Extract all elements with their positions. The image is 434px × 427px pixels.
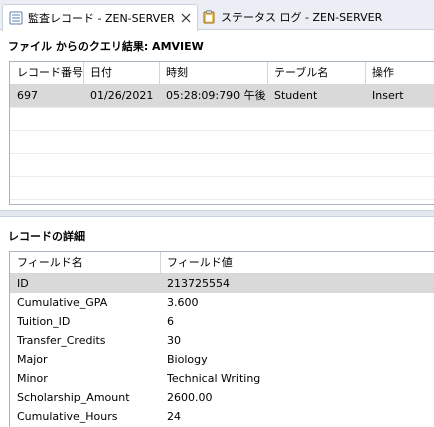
detail-row[interactable]: Cumulative_Hours 24 bbox=[10, 407, 434, 426]
field-name: Minor bbox=[17, 372, 48, 385]
detail-row[interactable]: Cumulative_GPA 3.600 bbox=[10, 293, 434, 312]
audit-record-icon bbox=[9, 11, 23, 25]
field-name: ID bbox=[17, 277, 29, 290]
query-result-title: ファイル からのクエリ結果: AMVIEW bbox=[8, 40, 204, 53]
cell-table-name: Student bbox=[274, 89, 318, 102]
column-header-field-name[interactable]: フィールド名 bbox=[10, 252, 160, 274]
detail-row[interactable]: Transfer_Credits 30 bbox=[10, 331, 434, 350]
table-header: フィールド名 フィールド値 bbox=[10, 252, 434, 274]
detail-row[interactable]: Major Biology bbox=[10, 350, 434, 369]
field-value: 6 bbox=[167, 315, 174, 328]
clipboard-icon bbox=[203, 10, 215, 24]
cell-time: 05:28:09:790 午後 bbox=[166, 89, 266, 102]
audit-viewer-window: 監査レコード - ZEN-SERVER ステータス ログ - ZEN-SERVE… bbox=[0, 0, 434, 427]
empty-table-row bbox=[10, 131, 434, 154]
table-header: レコード番号 日付 時刻 テーブル名 操作 bbox=[10, 62, 434, 85]
field-value: 30 bbox=[167, 334, 181, 347]
detail-row[interactable]: ID 213725554 bbox=[10, 274, 434, 293]
query-result-table: レコード番号 日付 時刻 テーブル名 操作 697 01/26/2021 05:… bbox=[9, 61, 434, 205]
cell-operation: Insert bbox=[372, 89, 404, 102]
column-header-date[interactable]: 日付 bbox=[83, 62, 159, 84]
field-name: Transfer_Credits bbox=[17, 334, 106, 347]
field-name: Major bbox=[17, 353, 48, 366]
detail-row[interactable]: Scholarship_Amount 2600.00 bbox=[10, 388, 434, 407]
field-value: 213725554 bbox=[167, 277, 230, 290]
column-header-table-name[interactable]: テーブル名 bbox=[267, 62, 365, 84]
field-name: Tuition_ID bbox=[17, 315, 71, 328]
record-detail-title: レコードの詳細 bbox=[8, 230, 85, 243]
detail-row[interactable]: Tuition_ID 6 bbox=[10, 312, 434, 331]
column-header-field-value[interactable]: フィールド値 bbox=[160, 252, 430, 274]
tab-label: 監査レコード - ZEN-SERVER bbox=[28, 12, 175, 25]
editor-tab-bar: 監査レコード - ZEN-SERVER ステータス ログ - ZEN-SERVE… bbox=[0, 0, 434, 31]
empty-table-row bbox=[10, 177, 434, 200]
column-header-time[interactable]: 時刻 bbox=[159, 62, 267, 84]
pane-splitter[interactable] bbox=[0, 210, 434, 217]
field-value: Biology bbox=[167, 353, 208, 366]
column-header-record-number[interactable]: レコード番号 bbox=[10, 62, 83, 84]
cell-record-number: 697 bbox=[17, 89, 38, 102]
detail-row[interactable]: Minor Technical Writing bbox=[10, 369, 434, 388]
field-value: 2600.00 bbox=[167, 391, 213, 404]
field-name: Scholarship_Amount bbox=[17, 391, 130, 404]
tab-audit-records[interactable]: 監査レコード - ZEN-SERVER bbox=[2, 4, 198, 31]
field-value: 3.600 bbox=[167, 296, 199, 309]
field-value: Technical Writing bbox=[167, 372, 261, 385]
field-name: Cumulative_GPA bbox=[17, 296, 108, 309]
field-value: 24 bbox=[167, 410, 181, 423]
empty-table-row bbox=[10, 154, 434, 177]
column-header-operation[interactable]: 操作 bbox=[365, 62, 434, 84]
record-detail-table: フィールド名 フィールド値 ID 213725554 Cumulative_GP… bbox=[9, 251, 434, 427]
field-name: Cumulative_Hours bbox=[17, 410, 118, 423]
table-row[interactable]: 697 01/26/2021 05:28:09:790 午後 Student I… bbox=[10, 85, 434, 108]
close-icon[interactable] bbox=[181, 13, 191, 23]
tab-status-log[interactable]: ステータス ログ - ZEN-SERVER bbox=[196, 4, 388, 30]
empty-table-row bbox=[10, 108, 434, 131]
cell-date: 01/26/2021 bbox=[90, 89, 154, 102]
tab-label: ステータス ログ - ZEN-SERVER bbox=[221, 11, 383, 24]
